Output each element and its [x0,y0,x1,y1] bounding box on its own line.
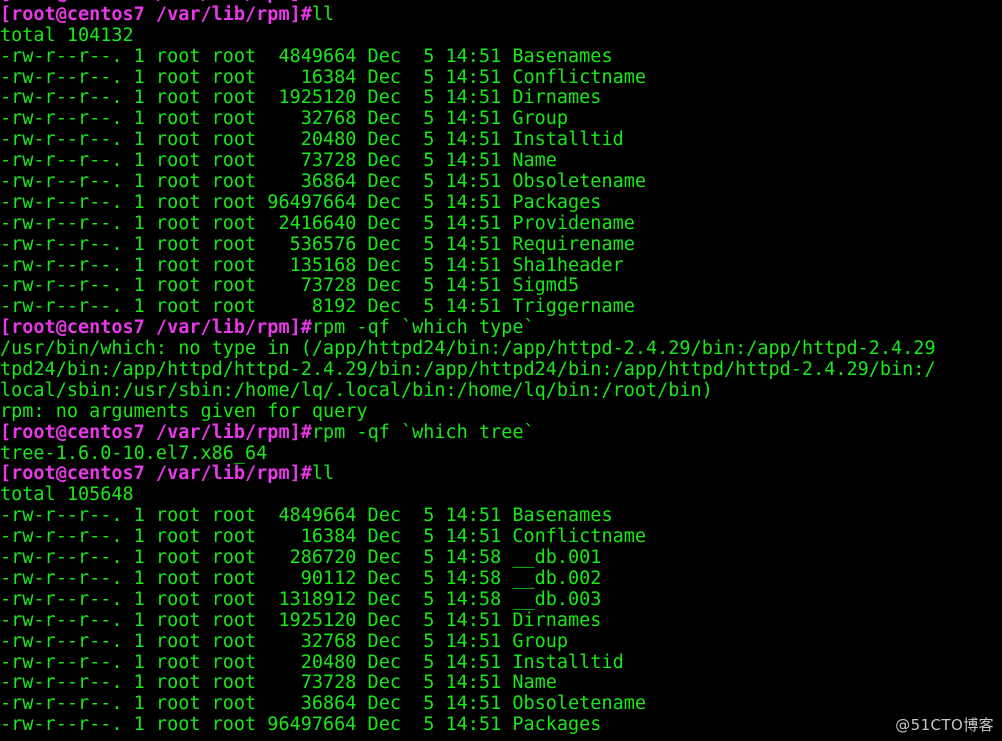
command-output: total 104132 [0,25,134,46]
shell-command: rpm -qf `which tree` [311,422,535,443]
terminal-output-line: -rw-r--r--. 1 root root 73728 Dec 5 14:5… [0,151,1002,172]
command-output: -rw-r--r--. 1 root root 1925120 Dec 5 14… [0,610,602,631]
terminal-output-line: -rw-r--r--. 1 root root 286720 Dec 5 14:… [0,548,1002,569]
terminal-prompt-line: [root@centos7 /var/lib/rpm]#rpm -qf `whi… [0,423,1002,444]
terminal-output-line: -rw-r--r--. 1 root root 20480 Dec 5 14:5… [0,130,1002,151]
shell-prompt: [root@centos7 /var/lib/rpm]# [0,4,312,25]
command-output: -rw-r--r--. 1 root root 20480 Dec 5 14:5… [0,130,624,151]
command-output: -rw-r--r--. 1 root root 32768 Dec 5 14:5… [0,631,569,652]
terminal-output-line: -rw-r--r--. 1 root root 73728 Dec 5 14:5… [0,276,1002,297]
command-output: -rw-r--r--. 1 root root 73728 Dec 5 14:5… [0,276,580,297]
terminal-output-line: tpd24/bin:/app/httpd/httpd-2.4.29/bin:/a… [0,360,1002,381]
terminal-output-line: -rw-r--r--. 1 root root 16384 Dec 5 14:5… [0,68,1002,89]
terminal-output-line: -rw-r--r--. 1 root root 36864 Dec 5 14:5… [0,172,1002,193]
command-output: -rw-r--r--. 1 root root 96497664 Dec 5 1… [0,715,602,736]
terminal-output-line: -rw-r--r--. 1 root root 32768 Dec 5 14:5… [0,632,1002,653]
terminal-prompt-line: [root@centos7 /var/lib/rpm]#ll [0,5,1002,26]
shell-prompt: [root@centos7 /var/lib/rpm]# [0,464,312,485]
command-output: -rw-r--r--. 1 root root 8192 Dec 5 14:51… [0,297,635,318]
terminal-output-line: -rw-r--r--. 1 root root 32768 Dec 5 14:5… [0,109,1002,130]
shell-prompt: [root@centos7 /var/lib/rpm]# [0,422,312,443]
terminal-output-line: -rw-r--r--. 1 root root 1925120 Dec 5 14… [0,611,1002,632]
terminal-output-line: -rw-r--r--. 1 root root 96497664 Dec 5 1… [0,193,1002,214]
command-output: -rw-r--r--. 1 root root 2416640 Dec 5 14… [0,213,635,234]
terminal-output-line: tree-1.6.0-10.el7.x86_64 [0,444,1002,465]
command-output: -rw-r--r--. 1 root root 4849664 Dec 5 14… [0,46,613,67]
command-output: -rw-r--r--. 1 root root 536576 Dec 5 14:… [0,234,635,255]
terminal-output-line: -rw-r--r--. 1 root root 4849664 Dec 5 14… [0,506,1002,527]
terminal-output-line: -rw-r--r--. 1 root root 135168 Dec 5 14:… [0,256,1002,277]
command-output: -rw-r--r--. 1 root root 32768 Dec 5 14:5… [0,109,569,130]
terminal-output-line: local/sbin:/usr/sbin:/home/lq/.local/bin… [0,381,1002,402]
terminal-prompt-line: [root@centos7 /var/lib/rpm]#rpm -qf `whi… [0,318,1002,339]
command-output: -rw-r--r--. 1 root root 36864 Dec 5 14:5… [0,694,647,715]
terminal-output-line: -rw-r--r--. 1 root root 2416640 Dec 5 14… [0,214,1002,235]
shell-command: rpm -qf `which type` [311,318,535,339]
command-output: -rw-r--r--. 1 root root 90112 Dec 5 14:5… [0,568,602,589]
terminal-output-line: -rw-r--r--. 1 root root 4849664 Dec 5 14… [0,47,1002,68]
command-output: -rw-r--r--. 1 root root 1925120 Dec 5 14… [0,88,602,109]
command-output: tpd24/bin:/app/httpd/httpd-2.4.29/bin:/a… [0,360,936,381]
shell-command: ll [311,464,335,485]
shell-command: ll [312,0,334,4]
terminal-output-line: -rw-r--r--. 1 root root 90112 Dec 5 14:5… [0,569,1002,590]
command-output: -rw-r--r--. 1 root root 73728 Dec 5 14:5… [0,673,557,694]
command-output: -rw-r--r--. 1 root root 36864 Dec 5 14:5… [0,172,647,193]
shell-prompt: [root@centos7 /var/lib/rpm]# [0,0,312,4]
command-output: -rw-r--r--. 1 root root 16384 Dec 5 14:5… [0,67,647,88]
shell-command: ll [311,4,335,25]
command-output: -rw-r--r--. 1 root root 73728 Dec 5 14:5… [0,151,557,172]
command-output: tree-1.6.0-10.el7.x86_64 [0,443,268,464]
command-output: -rw-r--r--. 1 root root 20480 Dec 5 14:5… [0,652,624,673]
terminal-output-line: total 104132 [0,26,1002,47]
terminal-output-line: total 105648 [0,485,1002,506]
terminal-scrollback: [root@centos7 /var/lib/rpm]#ll[root@cent… [0,0,1002,736]
terminal-prompt-line: [root@centos7 /var/lib/rpm]#ll [0,464,1002,485]
command-output: -rw-r--r--. 1 root root 286720 Dec 5 14:… [0,548,602,569]
terminal-output-line: -rw-r--r--. 1 root root 73728 Dec 5 14:5… [0,673,1002,694]
terminal-output-line: -rw-r--r--. 1 root root 16384 Dec 5 14:5… [0,527,1002,548]
shell-prompt: [root@centos7 /var/lib/rpm]# [0,318,312,339]
terminal-output-line: -rw-r--r--. 1 root root 536576 Dec 5 14:… [0,235,1002,256]
terminal-output-line: -rw-r--r--. 1 root root 1925120 Dec 5 14… [0,88,1002,109]
terminal-output-line: -rw-r--r--. 1 root root 96497664 Dec 5 1… [0,715,1002,736]
command-output: rpm: no arguments given for query [0,401,368,422]
command-output: -rw-r--r--. 1 root root 96497664 Dec 5 1… [0,192,602,213]
command-output: total 105648 [0,485,134,506]
command-output: -rw-r--r--. 1 root root 1318912 Dec 5 14… [0,589,602,610]
terminal-window[interactable]: [root@centos7 /var/lib/rpm]#ll[root@cent… [0,0,1002,741]
terminal-output-line: -rw-r--r--. 1 root root 20480 Dec 5 14:5… [0,653,1002,674]
command-output: -rw-r--r--. 1 root root 16384 Dec 5 14:5… [0,527,647,548]
terminal-output-line: rpm: no arguments given for query [0,402,1002,423]
terminal-output-line: -rw-r--r--. 1 root root 1318912 Dec 5 14… [0,590,1002,611]
terminal-output-line: /usr/bin/which: no type in (/app/httpd24… [0,339,1002,360]
command-output: -rw-r--r--. 1 root root 135168 Dec 5 14:… [0,255,624,276]
terminal-output-line: -rw-r--r--. 1 root root 36864 Dec 5 14:5… [0,694,1002,715]
command-output: /usr/bin/which: no type in (/app/httpd24… [0,339,936,360]
terminal-output-line: -rw-r--r--. 1 root root 8192 Dec 5 14:51… [0,297,1002,318]
command-output: local/sbin:/usr/sbin:/home/lq/.local/bin… [0,380,713,401]
command-output: -rw-r--r--. 1 root root 4849664 Dec 5 14… [0,506,613,527]
